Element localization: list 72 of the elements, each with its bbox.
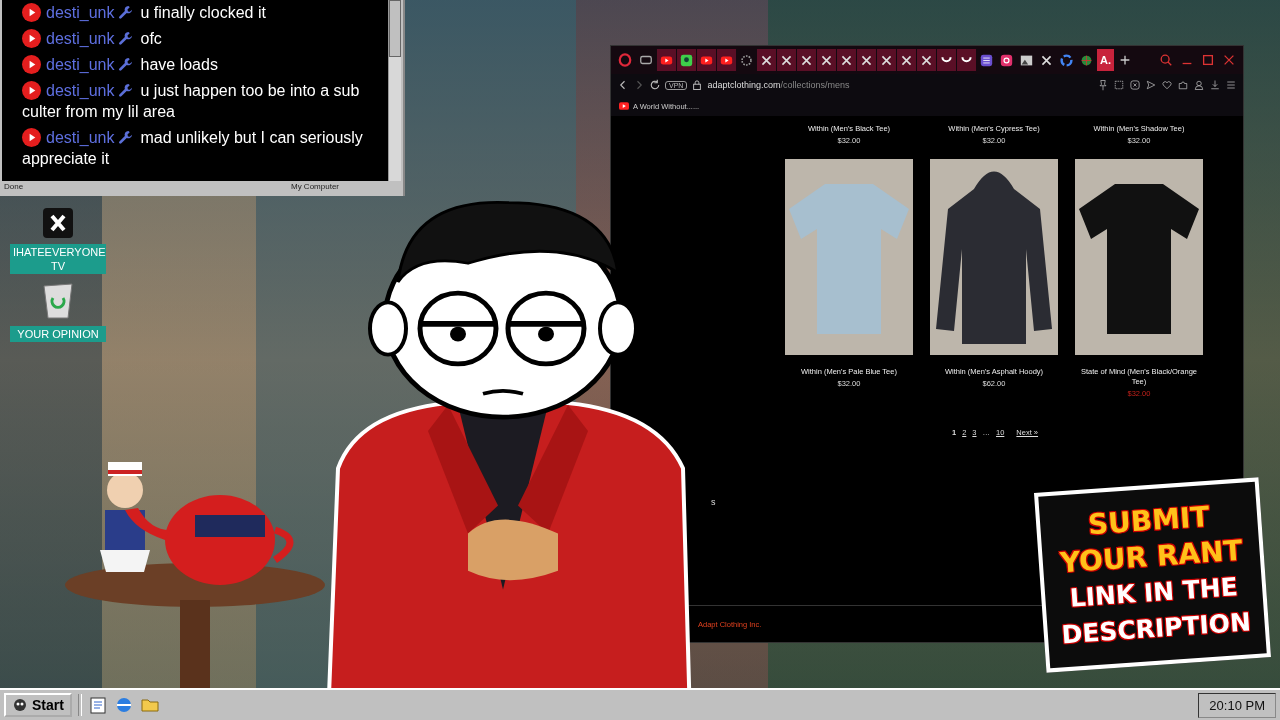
send-icon[interactable] [1145, 79, 1157, 91]
browser-tab[interactable] [917, 49, 936, 71]
browser-tab[interactable] [777, 49, 796, 71]
browser-tab[interactable] [957, 49, 976, 71]
zone-label: My Computer [291, 182, 339, 193]
taskbar-clock: 20:10 PM [1198, 692, 1276, 718]
browser-tab[interactable]: A. [1097, 49, 1114, 71]
chat-message: desti_unk have loads [22, 52, 378, 78]
tabs-icon[interactable] [639, 53, 653, 67]
cross-icon[interactable] [840, 53, 853, 67]
pin-icon[interactable] [1097, 79, 1109, 91]
ring-icon[interactable] [618, 53, 632, 67]
reload-icon[interactable] [649, 79, 661, 91]
chat-message: desti_unk ofc [22, 26, 378, 52]
play-icon [22, 29, 41, 48]
ring-icon[interactable] [1060, 53, 1073, 67]
puzzle-icon[interactable] [1177, 79, 1189, 91]
face-icon [12, 697, 28, 713]
browser-tab[interactable] [937, 49, 956, 71]
close-icon[interactable] [1222, 53, 1236, 67]
browser-tab[interactable] [897, 49, 916, 71]
start-button[interactable]: Start [4, 693, 72, 717]
cross-icon[interactable] [920, 53, 933, 67]
browser-tab[interactable] [837, 49, 856, 71]
scrollbar[interactable] [388, 0, 401, 181]
heart-icon[interactable] [1161, 79, 1173, 91]
leaf-icon[interactable] [680, 53, 693, 67]
browser-tab[interactable] [757, 49, 776, 71]
maximize-icon[interactable] [1201, 53, 1215, 67]
camera-icon[interactable] [1000, 53, 1013, 67]
globe-icon[interactable] [1080, 53, 1093, 67]
lock-icon[interactable] [691, 79, 704, 91]
product-photo[interactable] [1075, 159, 1203, 355]
cross-icon[interactable] [880, 53, 893, 67]
user-icon[interactable] [1193, 79, 1205, 91]
browser-tab[interactable] [817, 49, 836, 71]
block-icon[interactable] [1129, 79, 1141, 91]
cross-icon[interactable] [860, 53, 873, 67]
search-icon[interactable] [1159, 53, 1173, 67]
cross-icon[interactable] [900, 53, 913, 67]
picture-icon[interactable] [1020, 53, 1033, 67]
status-text: Done [4, 182, 24, 193]
cross-icon[interactable] [800, 53, 813, 67]
crop-icon[interactable] [1113, 79, 1125, 91]
download-icon[interactable] [1209, 79, 1221, 91]
list-icon[interactable] [980, 53, 993, 67]
play-icon[interactable] [619, 102, 629, 110]
play-icon [22, 3, 41, 22]
gear-icon[interactable] [740, 53, 753, 67]
play-icon[interactable] [700, 53, 713, 67]
play-icon[interactable] [720, 53, 733, 67]
cross-icon[interactable] [780, 53, 793, 67]
cross-icon[interactable] [1040, 53, 1053, 67]
play-icon [22, 81, 41, 100]
cross-icon[interactable] [760, 53, 773, 67]
plus-icon[interactable] [1118, 53, 1132, 67]
cross-icon[interactable] [43, 208, 73, 238]
play-icon [22, 128, 41, 147]
chat-message: desti_unk mad unlikely but I can seriously appreciate it [22, 127, 364, 169]
cross-icon[interactable] [820, 53, 833, 67]
recycle-bin-icon[interactable] [41, 280, 75, 320]
play-icon[interactable] [660, 53, 673, 67]
browser-tab[interactable] [677, 49, 696, 71]
notepad-icon[interactable] [87, 695, 108, 715]
browser-tab[interactable] [877, 49, 896, 71]
product-photo[interactable] [930, 159, 1058, 355]
browser-tab[interactable] [857, 49, 876, 71]
browser-tab[interactable] [797, 49, 816, 71]
page-text: s [711, 497, 717, 507]
url-field[interactable]: adaptclothing.com/collections/mens [707, 80, 850, 90]
play-icon [22, 55, 41, 74]
chat-message: desti_unk u finally clocked it [22, 0, 378, 26]
